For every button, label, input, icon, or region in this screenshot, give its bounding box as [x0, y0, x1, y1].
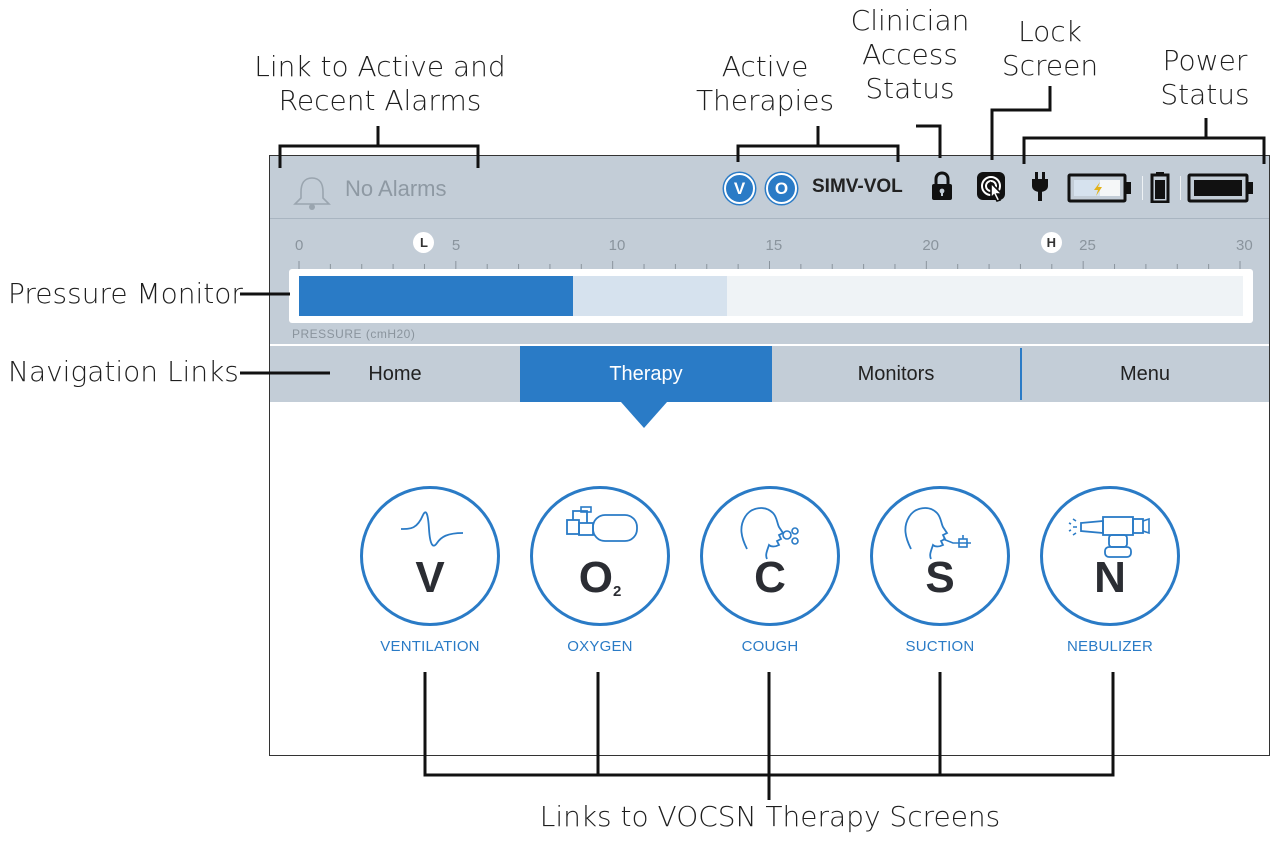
annotation-lines — [240, 86, 1266, 800]
